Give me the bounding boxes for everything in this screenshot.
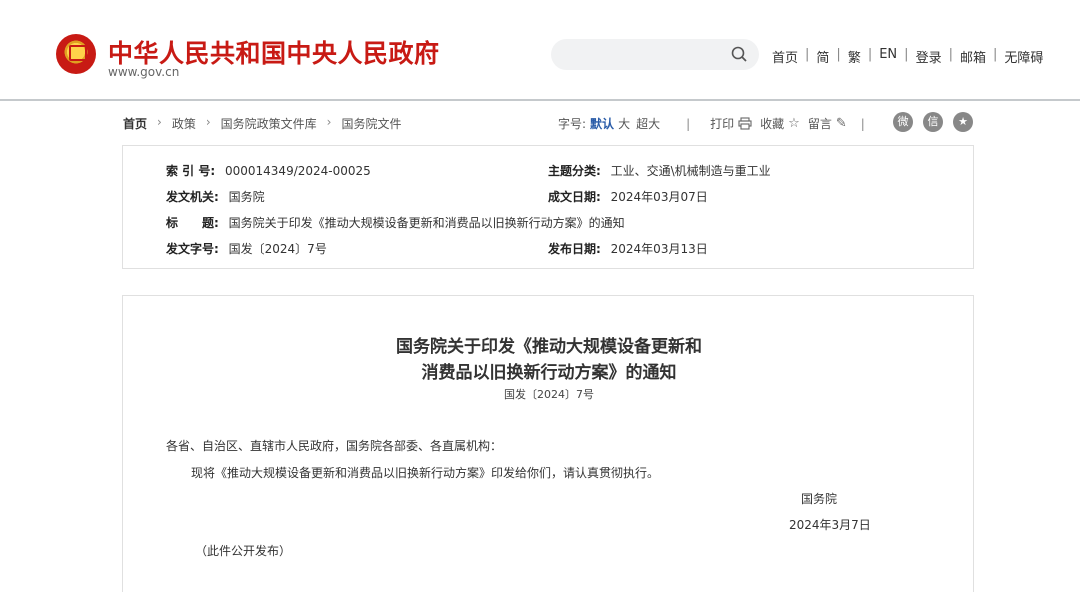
meta-title-label: 标 题: — [166, 216, 219, 230]
meta-index-value: 000014349/2024-00025 — [224, 164, 371, 178]
nav-home[interactable]: 首页 — [772, 47, 798, 66]
tools-separator: | — [686, 116, 691, 131]
document-paragraph: 现将《推动大规模设备更新和消费品以旧换新行动方案》印发给你们，请认真贯彻执行。 — [191, 466, 660, 480]
nav-simplified[interactable]: 简 — [816, 47, 829, 66]
meta-category-label: 主题分类: — [548, 164, 601, 178]
breadcrumb-state-council-docs[interactable]: 国务院文件 — [341, 115, 401, 132]
meta-category-value: 工业、交通\机械制造与重工业 — [610, 164, 771, 178]
nav-login[interactable]: 登录 — [916, 47, 942, 66]
document-signatory: 国务院 — [801, 492, 838, 506]
meta-publish-date-value: 2024年03月13日 — [610, 242, 708, 256]
search-input[interactable] — [551, 39, 759, 70]
meta-category-row: 主题分类: 工业、交通\机械制造与重工业 — [548, 162, 771, 179]
meta-doc-no-value: 国发〔2024〕7号 — [228, 242, 327, 256]
font-size-default[interactable]: 默认 — [590, 115, 614, 132]
breadcrumb: 首页 › 政策 › 国务院政策文件库 › 国务院文件 — [123, 115, 402, 132]
nav-accessibility[interactable]: 无障碍 — [1004, 47, 1043, 66]
top-nav: 首页 | 简 | 繁 | EN | 登录 | 邮箱 | 无障碍 — [772, 47, 1043, 66]
nav-separator: | — [867, 47, 873, 62]
favorite-button[interactable]: 收藏 — [760, 115, 784, 132]
breadcrumb-policy-library[interactable]: 国务院政策文件库 — [221, 115, 317, 132]
meta-index-row: 索 引 号: 000014349/2024-00025 — [166, 162, 371, 179]
meta-issuer-value: 国务院 — [228, 190, 265, 204]
meta-written-date-label: 成文日期: — [548, 190, 601, 204]
nav-traditional[interactable]: 繁 — [848, 47, 861, 66]
chevron-right-icon: › — [326, 115, 332, 129]
document-number: 国发〔2024〕7号 — [504, 388, 594, 401]
nav-separator: | — [805, 47, 810, 62]
page-tools: 字号: 默认 大 超大 | 打印 收藏 ☆ 留言 ✎ | — [558, 115, 871, 132]
chevron-right-icon: › — [205, 115, 211, 129]
meta-publish-date-row: 发布日期: 2024年03月13日 — [548, 240, 708, 257]
meta-title-value: 国务院关于印发《推动大规模设备更新和消费品以旧换新行动方案》的通知 — [228, 216, 625, 230]
document-body: 国务院关于印发《推动大规模设备更新和 消费品以旧换新行动方案》的通知 国发〔20… — [122, 295, 974, 592]
document-metadata: 索 引 号: 000014349/2024-00025 主题分类: 工业、交通\… — [122, 145, 974, 269]
search-icon[interactable] — [731, 46, 747, 62]
site-header: 中华人民共和国中央人民政府 www.gov.cn 首页 | 简 | 繁 | EN… — [0, 0, 1080, 100]
weibo-icon[interactable]: 微 — [893, 112, 913, 132]
star-outline-icon[interactable]: ☆ — [788, 116, 800, 131]
meta-written-date-value: 2024年03月07日 — [610, 190, 708, 204]
font-size-xlarge[interactable]: 超大 — [636, 115, 660, 132]
comment-button[interactable]: 留言 — [808, 115, 832, 132]
nav-separator: | — [992, 47, 998, 62]
pencil-icon[interactable]: ✎ — [836, 116, 847, 131]
document-release-note: （此件公开发布） — [195, 544, 292, 558]
meta-index-label: 索 引 号: — [166, 164, 216, 178]
document-title-line-1: 国务院关于印发《推动大规模设备更新和 — [396, 337, 702, 357]
meta-doc-no-label: 发文字号: — [166, 242, 219, 256]
meta-written-date-row: 成文日期: 2024年03月07日 — [548, 188, 708, 205]
header-divider — [0, 99, 1080, 101]
meta-doc-no-row: 发文字号: 国发〔2024〕7号 — [166, 240, 327, 257]
nav-separator: | — [836, 47, 841, 62]
document-addressee: 各省、自治区、直辖市人民政府，国务院各部委、各直属机构： — [166, 439, 503, 453]
breadcrumb-home[interactable]: 首页 — [123, 115, 147, 132]
site-url: www.gov.cn — [108, 65, 180, 79]
meta-issuer-row: 发文机关: 国务院 — [166, 188, 265, 205]
meta-publish-date-label: 发布日期: — [548, 242, 601, 256]
font-size-label: 字号: — [558, 117, 587, 131]
printer-icon[interactable] — [738, 117, 752, 130]
document-title-line-2: 消费品以旧换新行动方案》的通知 — [421, 363, 677, 383]
print-button[interactable]: 打印 — [710, 115, 734, 132]
favorite-star-icon[interactable]: ★ — [953, 112, 973, 132]
tools-separator: | — [860, 116, 865, 131]
chevron-right-icon: › — [157, 115, 162, 129]
document-date: 2024年3月7日 — [789, 518, 871, 532]
meta-issuer-label: 发文机关: — [166, 190, 219, 204]
breadcrumb-policy[interactable]: 政策 — [172, 115, 196, 132]
nav-separator: | — [948, 47, 953, 62]
wechat-icon[interactable]: 信 — [923, 112, 943, 132]
national-emblem-logo[interactable] — [56, 34, 96, 74]
nav-english[interactable]: EN — [879, 47, 897, 66]
nav-mailbox[interactable]: 邮箱 — [960, 47, 986, 66]
nav-separator: | — [904, 47, 909, 62]
font-size-large[interactable]: 大 — [618, 115, 630, 132]
meta-title-row: 标 题: 国务院关于印发《推动大规模设备更新和消费品以旧换新行动方案》的通知 — [166, 214, 625, 231]
